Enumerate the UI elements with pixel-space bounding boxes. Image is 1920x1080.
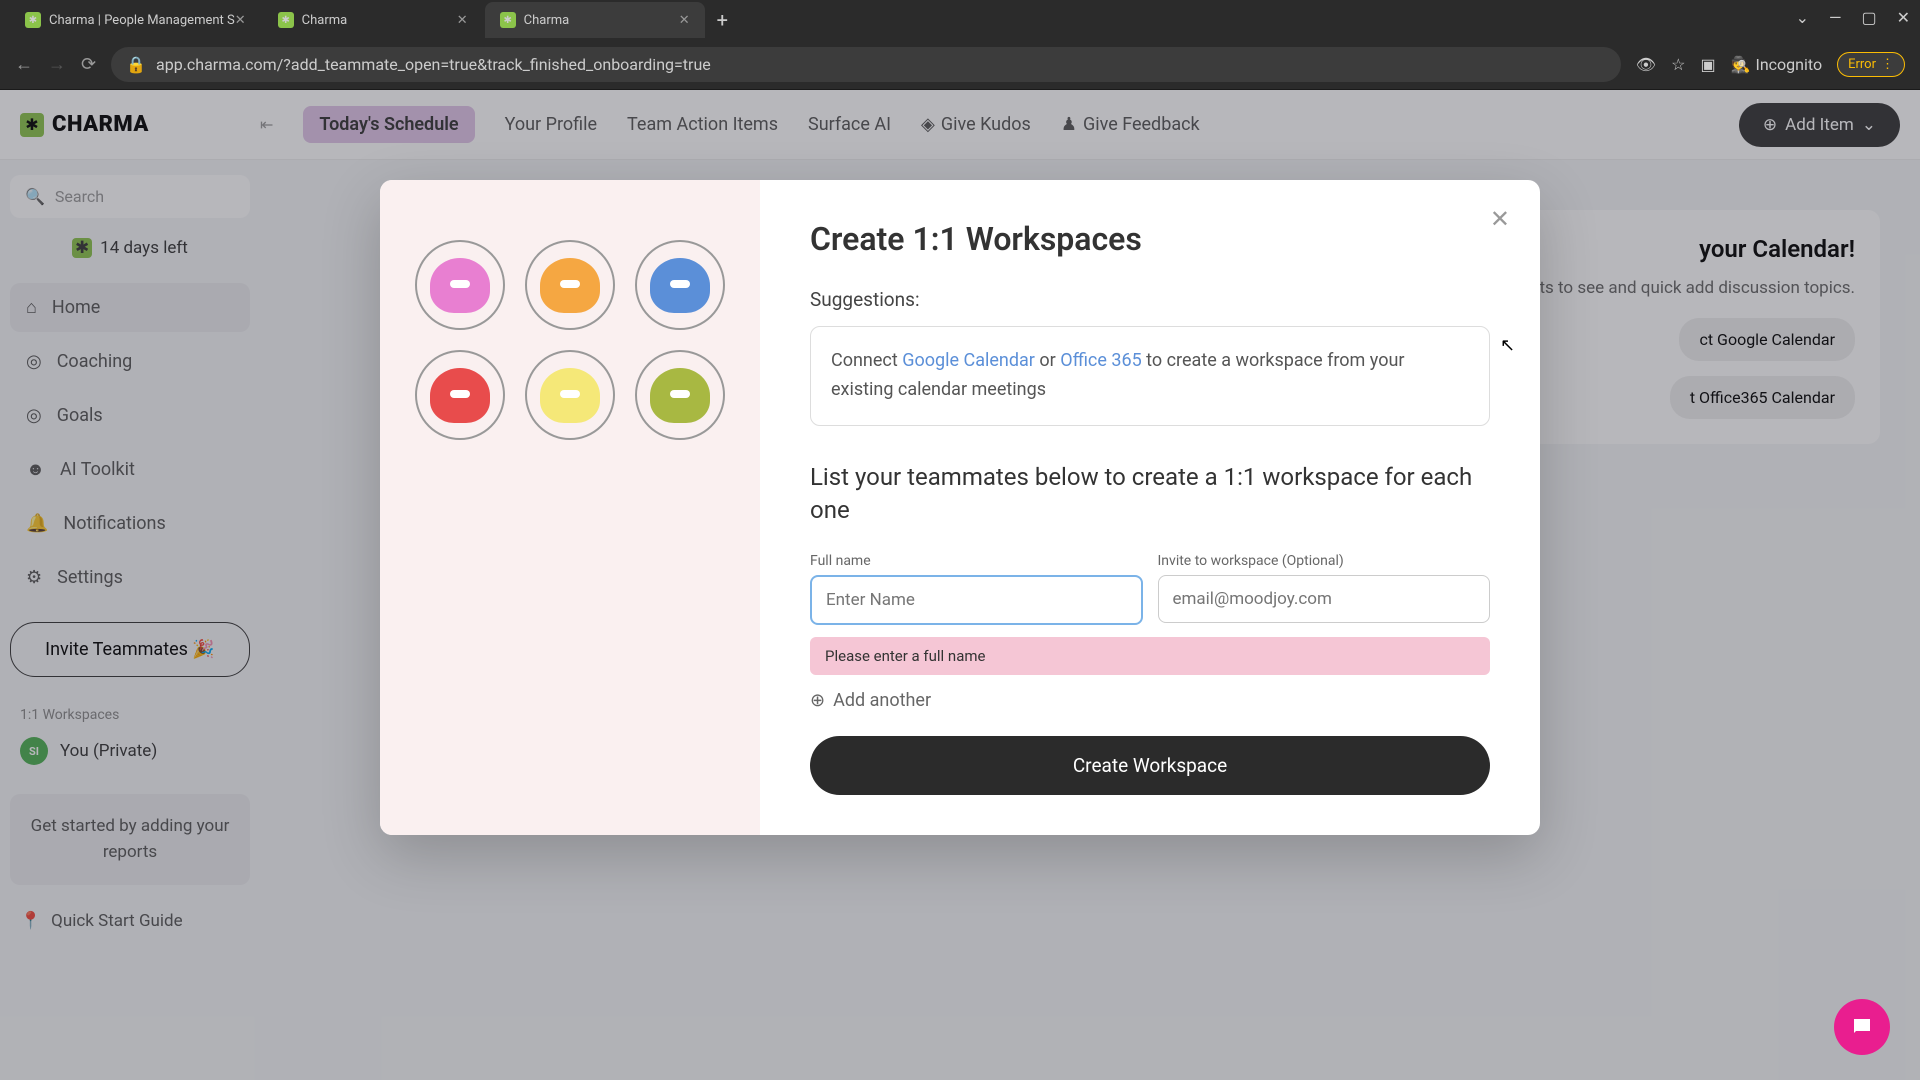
incognito-icon: 🕵: [1731, 55, 1751, 74]
blob-avatar-green: [635, 350, 725, 440]
close-window-icon[interactable]: ✕: [1897, 8, 1910, 27]
new-tab-button[interactable]: +: [707, 8, 738, 32]
google-calendar-link[interactable]: Google Calendar: [902, 350, 1035, 371]
browser-tab[interactable]: ✱ Charma | People Management S ✕: [10, 2, 261, 38]
chat-icon: [1850, 1015, 1874, 1039]
maximize-icon[interactable]: ▢: [1861, 8, 1876, 27]
create-workspaces-modal: ✕ Create 1:1 Workspaces Suggestions: Con…: [380, 180, 1540, 835]
tab-favicon: ✱: [25, 12, 41, 28]
menu-icon: ⋮: [1881, 57, 1894, 72]
eye-off-icon[interactable]: 👁: [1636, 55, 1656, 74]
full-name-label: Full name: [810, 553, 1143, 569]
blob-avatar-pink: [415, 240, 505, 330]
modal-illustration-panel: [380, 180, 760, 835]
back-button[interactable]: ←: [15, 54, 33, 75]
browser-tab[interactable]: ✱ Charma ✕: [263, 2, 483, 38]
list-teammates-heading: List your teammates below to create a 1:…: [810, 461, 1490, 528]
browser-tab-active[interactable]: ✱ Charma ✕: [485, 2, 705, 38]
error-button[interactable]: Error ⋮: [1837, 52, 1905, 77]
blob-avatar-red: [415, 350, 505, 440]
close-modal-button[interactable]: ✕: [1490, 205, 1510, 233]
blob-avatar-yellow: [525, 350, 615, 440]
error-message: Please enter a full name: [810, 637, 1490, 675]
address-bar[interactable]: 🔒 app.charma.com/?add_teammate_open=true…: [111, 47, 1621, 82]
blob-avatar-orange: [525, 240, 615, 330]
blob-avatar-blue: [635, 240, 725, 330]
close-tab-icon[interactable]: ✕: [679, 13, 690, 28]
tab-favicon: ✱: [278, 12, 294, 28]
chevron-down-icon[interactable]: ⌄: [1796, 8, 1809, 27]
suggestion-box: Connect Google Calendar or Office 365 to…: [810, 326, 1490, 426]
tab-title: Charma: [302, 13, 348, 28]
forward-button[interactable]: →: [48, 54, 66, 75]
create-workspace-button[interactable]: Create Workspace: [810, 736, 1490, 795]
tab-favicon: ✱: [500, 12, 516, 28]
url-text: app.charma.com/?add_teammate_open=true&t…: [156, 55, 711, 74]
incognito-badge[interactable]: 🕵 Incognito: [1731, 55, 1823, 74]
plus-circle-icon: ⊕: [810, 690, 825, 711]
close-tab-icon[interactable]: ✕: [457, 13, 468, 28]
invite-label: Invite to workspace (Optional): [1158, 553, 1491, 569]
minimize-icon[interactable]: —: [1829, 8, 1842, 27]
tab-title: Charma: [524, 13, 570, 28]
close-tab-icon[interactable]: ✕: [235, 13, 246, 28]
full-name-input[interactable]: [810, 575, 1143, 625]
star-icon[interactable]: ☆: [1671, 55, 1685, 74]
modal-title: Create 1:1 Workspaces: [810, 220, 1490, 258]
reload-button[interactable]: ⟳: [81, 54, 96, 75]
extension-icon[interactable]: ▣: [1700, 55, 1715, 74]
tab-title: Charma | People Management S: [49, 13, 235, 28]
suggestions-label: Suggestions:: [810, 288, 1490, 311]
invite-email-input[interactable]: [1158, 575, 1491, 623]
office365-link[interactable]: Office 365: [1060, 350, 1142, 371]
add-another-button[interactable]: ⊕ Add another: [810, 690, 1490, 711]
lock-icon: 🔒: [126, 55, 146, 74]
chat-bubble-button[interactable]: [1834, 999, 1890, 1055]
